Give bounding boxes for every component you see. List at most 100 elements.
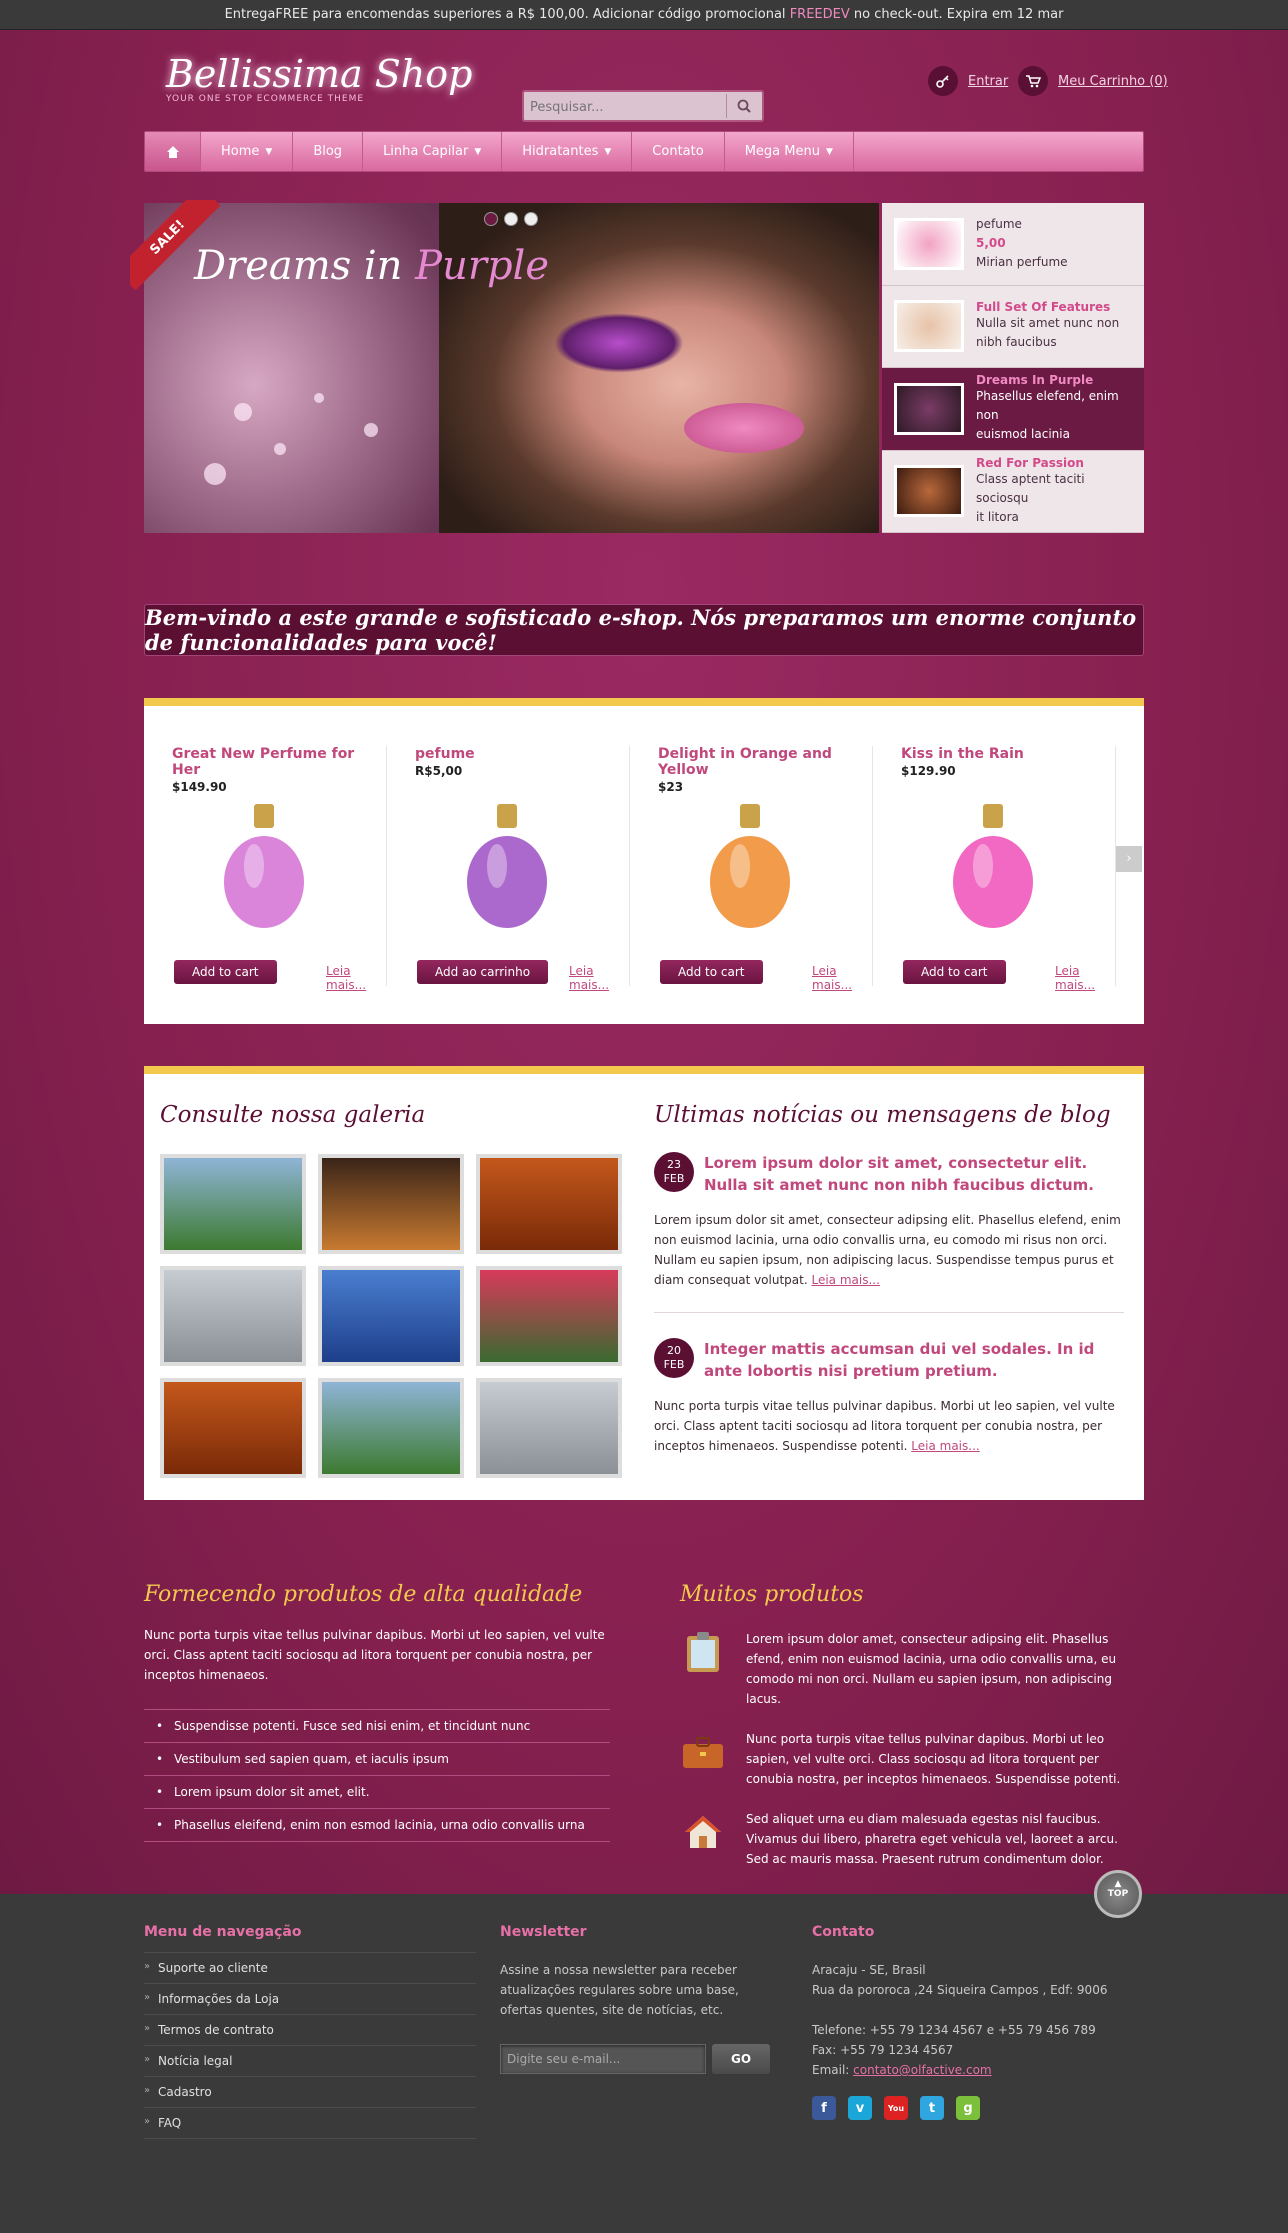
vimeo-icon[interactable]: v [848,2096,872,2120]
read-more-link[interactable]: Leia mais... [1055,964,1115,992]
slider-dot[interactable] [504,212,518,226]
product-image[interactable] [913,794,1073,934]
post-month: FEB [663,1172,685,1185]
slider-dot[interactable] [484,212,498,226]
top-label: TOP [1107,1889,1129,1899]
nav-item-label: Blog [313,144,343,159]
youtube-icon[interactable]: You [884,2096,908,2120]
gallery-thumbnail[interactable] [160,1378,306,1478]
feature-text: Nunc porta turpis vitae tellus pulvinar … [746,1732,1121,1786]
quality-section: Fornecendo produtos de alta qualidade Nu… [144,1582,610,1842]
feature-row: Nunc porta turpis vitae tellus pulvinar … [680,1729,1144,1789]
product-name[interactable]: pefume [387,746,629,762]
login-label: Entrar [968,73,1009,89]
add-to-cart-button[interactable]: Add to cart [660,960,763,984]
thumb-desc: Phasellus elefend, enim non [976,389,1119,423]
slider-thumb[interactable]: Full Set Of Features Nulla sit amet nunc … [882,286,1144,368]
slider-dot[interactable] [524,212,538,226]
feature-text: Lorem ipsum dolor amet, consecteur adips… [746,1632,1117,1706]
footer-nav-link[interactable]: Cadastro [144,2076,476,2107]
search-input[interactable] [530,97,726,117]
add-to-cart-button[interactable]: Add to cart [903,960,1006,984]
gallery-thumbnail[interactable] [476,1378,622,1478]
add-to-cart-button[interactable]: Add ao carrinho [417,960,549,984]
product-price: $129.90 [901,764,956,778]
nav-item[interactable]: Hidratantes ▼ [502,132,633,171]
product-name[interactable]: Great New Perfume for Her [144,746,386,778]
cart-link[interactable]: Meu Carrinho (0) [1018,66,1168,96]
feature-row: Lorem ipsum dolor amet, consecteur adips… [680,1629,1144,1709]
footer-nav-link[interactable]: Informações da Loja [144,1983,476,2014]
nav-item[interactable]: Contato [632,132,725,171]
product-name[interactable]: Kiss in the Rain [873,746,1115,762]
post-title[interactable]: Lorem ipsum dolor sit amet, consectetur … [704,1152,1124,1196]
gallery-thumbnail[interactable] [476,1266,622,1366]
nav-item[interactable]: Mega Menu ▼ [725,132,854,171]
feature-text: Sed aliquet urna eu diam malesuada egest… [746,1812,1118,1866]
hero-slider[interactable]: Dreams in Purple [144,203,879,533]
carousel-next-button[interactable]: › [1116,846,1142,872]
cart-icon [1018,66,1048,96]
product-price: R$5,00 [415,764,463,778]
footer-nav-link[interactable]: FAQ [144,2107,476,2139]
briefcase-icon [680,1729,726,1775]
gallery-thumbnail[interactable] [318,1378,464,1478]
slider-thumb[interactable]: Red For Passion Class aptent taciti socio… [882,451,1144,533]
quality-list-item: Suspendisse potenti. Fusce sed nisi enim… [144,1710,610,1743]
read-more-link[interactable]: Leia mais... [326,964,386,992]
read-more-link[interactable]: Leia mais... [911,1439,979,1453]
thumb-image [894,217,964,270]
gallery-thumbnail[interactable] [476,1154,622,1254]
add-to-cart-button[interactable]: Add to cart [174,960,277,984]
thumb-desc: 5,00 [976,236,1006,251]
slider-thumb[interactable]: Dreams In Purple Phasellus elefend, enim … [882,368,1144,451]
product-card: pefume R$5,00 Add ao carrinho Leia mais... [387,746,630,992]
bokeh-dot [274,443,286,455]
footer-nav-link[interactable]: Suporte ao cliente [144,1952,476,1983]
read-more-link[interactable]: Leia mais... [811,1273,879,1287]
product-name[interactable]: Delight in Orange and Yellow [630,746,872,778]
quality-list-item: Lorem ipsum dolor sit amet, elit. [144,1776,610,1809]
read-more-link[interactable]: Leia mais... [812,964,872,992]
product-image[interactable] [427,794,587,934]
slider-thumb[interactable]: pefume 5,00 Mirian perfume [882,203,1144,286]
thumb-text: Red For Passion Class aptent taciti socio… [976,456,1132,527]
thumb-desc: Nulla sit amet nunc non [976,316,1120,331]
footer-nav-link[interactable]: Termos de contrato [144,2014,476,2045]
nav-item[interactable]: Blog [293,132,364,171]
back-to-top-button[interactable]: ▲ TOP [1094,1870,1142,1918]
facebook-icon[interactable]: f [812,2096,836,2120]
contact-title: Contato [812,1924,875,1940]
gallery-thumbnail[interactable] [318,1266,464,1366]
newsletter-go-button[interactable]: GO [712,2044,770,2074]
post-day: 23 [667,1158,681,1171]
gallery-thumbnail[interactable] [160,1266,306,1366]
logo[interactable]: Bellissima Shop YOUR ONE STOP ECOMMERCE … [166,52,473,104]
gallery-thumbnail[interactable] [160,1154,306,1254]
thumb-desc: nibh faucibus [976,335,1057,350]
post-text: Lorem ipsum dolor sit amet, consecteur a… [654,1213,1121,1287]
login-link[interactable]: Entrar [928,66,1008,96]
thumb-desc: pefume [976,217,1022,232]
product-image[interactable] [184,794,344,934]
product-image[interactable] [670,794,830,934]
twitter-icon[interactable]: t [920,2096,944,2120]
nav-home-button[interactable] [145,132,201,171]
main-nav: Home ▼ Blog Linha Capilar ▼ Hidratantes ▼ Conta… [144,131,1144,172]
footer-nav-link[interactable]: Notícia legal [144,2045,476,2076]
blog-title: Ultimas notícias ou mensagens de blog [654,1102,1111,1128]
search-button[interactable] [726,94,760,118]
google-icon[interactable]: g [956,2096,980,2120]
post-text: Nunc porta turpis vitae tellus pulvinar … [654,1399,1115,1453]
nav-item[interactable]: Linha Capilar ▼ [363,132,503,171]
read-more-link[interactable]: Leia mais... [569,964,629,992]
hero-eye [554,313,684,373]
thumb-desc: it litora [976,509,1019,524]
contact-email-link[interactable]: contato@olfactive.com [853,2063,991,2077]
gallery-thumbnail[interactable] [318,1154,464,1254]
nav-item[interactable]: Home ▼ [201,132,294,171]
sale-ribbon: SALE! [130,200,220,290]
post-title[interactable]: Integer mattis accumsan dui vel sodales.… [704,1338,1124,1382]
newsletter-email-input[interactable]: Digite seu e-mail... [500,2044,706,2074]
promo-expiry: no check-out. Expira em 12 mar [849,7,1064,22]
